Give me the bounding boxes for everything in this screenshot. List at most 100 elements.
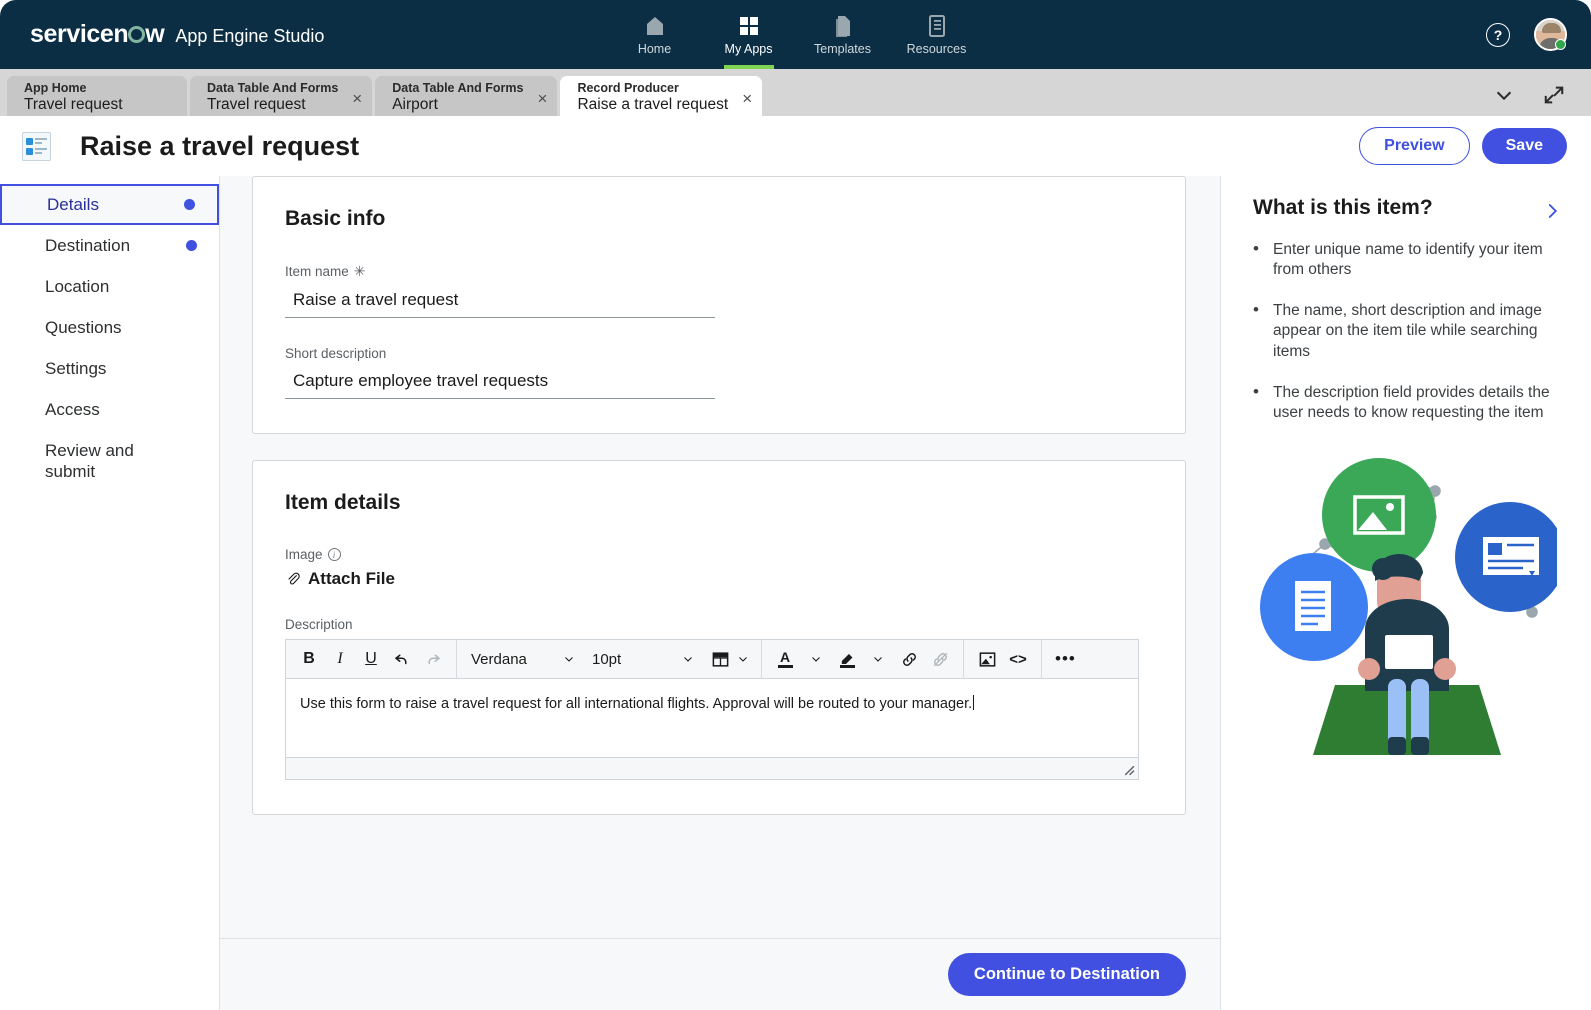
basic-info-title: Basic info	[285, 207, 386, 230]
image-label: Image i	[285, 547, 1153, 562]
tab-data-table-travel-request[interactable]: Data Table And Forms Travel request ×	[190, 76, 373, 116]
templates-icon	[835, 15, 850, 37]
more-options-icon[interactable]: •••	[1051, 645, 1080, 673]
continue-to-destination-button[interactable]: Continue to Destination	[947, 953, 1186, 996]
sidebar-item-questions[interactable]: Questions	[0, 307, 219, 348]
tab-title: Airport	[392, 96, 438, 114]
table-select[interactable]	[703, 644, 755, 674]
record-producer-icon-check	[26, 137, 33, 145]
font-family-select[interactable]: Verdana	[463, 644, 581, 674]
sidebar-item-destination[interactable]: Destination	[0, 225, 219, 266]
item-name-input[interactable]	[285, 287, 715, 318]
redo-glyph	[428, 654, 440, 665]
sidebar-item-label: Settings	[45, 358, 107, 378]
nav-item-my-apps[interactable]: My Apps	[702, 0, 796, 69]
step-sidebar: Details Destination Location Questions S…	[0, 176, 220, 1010]
description-field: Description B I U Verdana 10pt A <> ••• …	[285, 617, 1153, 780]
brand[interactable]: servicen w App Engine Studio	[0, 20, 324, 49]
expand-arrows-icon[interactable]	[1543, 84, 1565, 106]
editor-format-group: B I U	[286, 639, 457, 679]
highlight-chevron-down-icon[interactable]	[864, 645, 892, 673]
font-family-value: Verdana	[471, 650, 527, 668]
tab-title: Travel request	[207, 96, 306, 114]
grid-icon	[739, 16, 758, 35]
nav-item-my-apps-label: My Apps	[724, 41, 773, 56]
table-icon	[712, 651, 729, 667]
short-description-input[interactable]	[285, 368, 715, 399]
help-bullet-item: • The description field provides details…	[1253, 382, 1561, 423]
sidebar-item-review-and-submit[interactable]: Review and submit	[0, 430, 219, 492]
preview-button[interactable]: Preview	[1359, 127, 1470, 165]
tab-subtitle: Data Table And Forms	[207, 81, 339, 96]
item-name-label: Item name ✳	[285, 263, 1153, 280]
image-field: Image i Attach File	[285, 547, 1153, 589]
nav-item-home-label: Home	[637, 41, 672, 56]
image-icon[interactable]	[973, 645, 1001, 673]
attach-file-label: Attach File	[308, 569, 395, 588]
home-icon	[646, 16, 663, 35]
help-illustration	[1253, 449, 1561, 759]
nav-item-resources[interactable]: Resources	[890, 0, 984, 69]
help-bullet-text: The name, short description and image ap…	[1273, 302, 1542, 360]
short-description-label-text: Short description	[285, 346, 387, 361]
code-icon[interactable]: <>	[1004, 645, 1032, 673]
info-icon[interactable]: i	[327, 548, 341, 561]
undo-icon[interactable]	[388, 645, 416, 673]
tab-record-producer[interactable]: Record Producer Raise a travel request ×	[560, 76, 763, 116]
link-icon[interactable]	[895, 645, 923, 673]
redo-icon[interactable]	[419, 645, 447, 673]
image-glyph	[979, 651, 995, 667]
sidebar-item-label: Location	[45, 276, 110, 296]
sidebar-item-details[interactable]: Details	[0, 184, 219, 225]
sidebar-item-location[interactable]: Location	[0, 266, 219, 307]
editor-body-text: Use this form to raise a travel request …	[300, 696, 973, 712]
top-navigation-bar: servicen w App Engine Studio Home My Apps	[0, 0, 1591, 69]
main-content: Basic info Item name ✳ Short description	[220, 176, 1220, 1010]
tab-close-icon[interactable]: ×	[352, 90, 362, 107]
form-scroll-area[interactable]: Basic info Item name ✳ Short description	[220, 176, 1220, 938]
bold-icon[interactable]: B	[295, 645, 323, 673]
image-bubble-icon	[1322, 457, 1436, 572]
logo-text-part2: w	[145, 20, 165, 48]
nav-item-home[interactable]: Home	[608, 0, 702, 69]
editor-toolbar: B I U Verdana 10pt A <> •••	[286, 639, 1138, 679]
help-icon[interactable]: ?	[1486, 22, 1510, 47]
text-color-chevron-down-icon[interactable]	[802, 645, 830, 673]
underline-icon[interactable]: U	[357, 645, 385, 673]
attach-file-button[interactable]: Attach File	[285, 569, 1153, 589]
person-with-laptop-illustration	[1260, 457, 1557, 755]
tab-close-icon[interactable]: ×	[538, 90, 548, 107]
rich-text-editor: B I U Verdana 10pt A <> ••• Use this for…	[285, 639, 1139, 780]
font-size-select[interactable]: 10pt	[584, 644, 700, 674]
tab-app-home[interactable]: App Home Travel request	[7, 76, 187, 116]
record-producer-icon	[22, 131, 51, 161]
highlight-pen-glyph	[841, 653, 852, 664]
text-color-icon[interactable]: A	[771, 645, 799, 673]
record-producer-icon-check	[26, 147, 33, 155]
tab-subtitle: App Home	[24, 81, 87, 96]
help-panel-bullets: • Enter unique name to identify your ite…	[1253, 239, 1561, 423]
bullet-icon: •	[1253, 239, 1259, 258]
unlink-icon[interactable]	[926, 645, 954, 673]
sidebar-item-access[interactable]: Access	[0, 389, 219, 430]
sidebar-status-dot	[186, 240, 197, 251]
tab-close-icon[interactable]: ×	[742, 90, 752, 107]
editor-content-area[interactable]: Use this form to raise a travel request …	[286, 679, 1138, 757]
tab-data-table-airport[interactable]: Data Table And Forms Airport ×	[375, 76, 558, 116]
sidebar-item-settings[interactable]: Settings	[0, 348, 219, 389]
italic-icon[interactable]: I	[326, 645, 354, 673]
avatar[interactable]	[1534, 18, 1567, 51]
chevron-right-icon[interactable]	[1543, 202, 1561, 220]
highlight-icon[interactable]	[833, 645, 861, 673]
chevron-down-icon	[739, 657, 747, 662]
tab-subtitle: Record Producer	[577, 81, 679, 96]
help-bullet-item: • Enter unique name to identify your ite…	[1253, 239, 1561, 280]
save-button[interactable]: Save	[1481, 128, 1567, 164]
chevron-down-icon[interactable]	[1493, 84, 1515, 106]
description-label: Description	[285, 617, 1153, 632]
help-panel-header: What is this item?	[1253, 196, 1561, 220]
resize-grip-icon[interactable]	[1122, 763, 1135, 776]
tab-strip-actions	[1493, 84, 1565, 106]
app-window: servicen w App Engine Studio Home My Apps	[0, 0, 1591, 1010]
nav-item-templates[interactable]: Templates	[796, 0, 890, 69]
